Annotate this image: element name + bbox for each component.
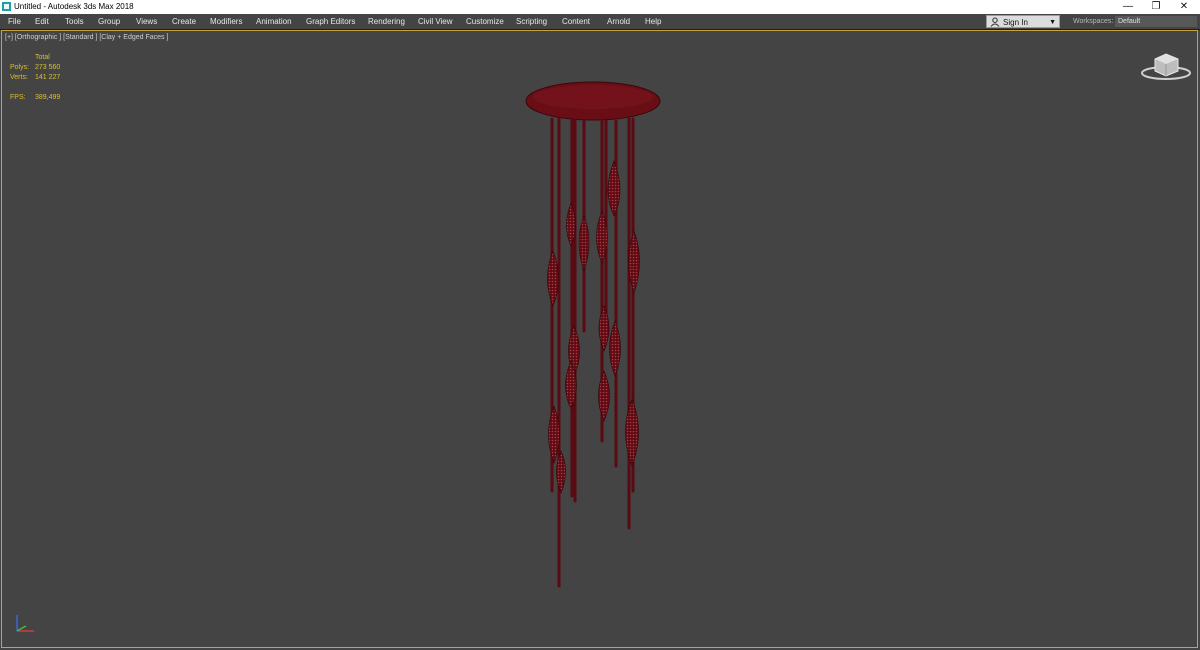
menu-views[interactable]: Views (136, 14, 157, 29)
menu-file[interactable]: File (8, 14, 21, 29)
workspace-value: Default (1118, 18, 1141, 25)
minimize-button[interactable]: — (1114, 0, 1142, 14)
menu-graph-editors[interactable]: Graph Editors (306, 14, 355, 29)
sign-in-label: Sign In (1003, 18, 1028, 27)
viewcube-icon[interactable] (1140, 49, 1192, 83)
title-bar: Untitled - Autodesk 3ds Max 2018 — ❐ ✕ (0, 0, 1200, 14)
menu-civil-view[interactable]: Civil View (418, 14, 453, 29)
chevron-down-icon: ▼ (1049, 19, 1056, 26)
menu-animation[interactable]: Animation (256, 14, 292, 29)
chandelier-model[interactable] (2, 31, 1197, 647)
menu-edit[interactable]: Edit (35, 14, 49, 29)
menu-rendering[interactable]: Rendering (368, 14, 405, 29)
pendant-rods (550, 117, 635, 588)
close-button[interactable]: ✕ (1170, 0, 1198, 14)
restore-button[interactable]: ❐ (1142, 0, 1170, 14)
menu-content[interactable]: Content (562, 14, 590, 29)
workspaces-label: Workspaces: (1073, 18, 1114, 25)
viewport-orthographic[interactable]: [+] [Orthographic ] [Standard ] [Clay + … (1, 30, 1198, 648)
menu-arnold[interactable]: Arnold (607, 14, 630, 29)
3ds-max-icon (2, 2, 11, 11)
menu-tools[interactable]: Tools (65, 14, 84, 29)
axis-tripod-icon (16, 615, 34, 632)
menu-customize[interactable]: Customize (466, 14, 504, 29)
window-title: Untitled - Autodesk 3ds Max 2018 (14, 2, 134, 11)
menu-bar: File Edit Tools Group Views Create Modif… (0, 14, 1200, 30)
glass-pendants (547, 160, 640, 494)
menu-help[interactable]: Help (645, 14, 661, 29)
menu-group[interactable]: Group (98, 14, 120, 29)
workspace-select[interactable]: Default (1115, 16, 1197, 27)
menu-modifiers[interactable]: Modifiers (210, 14, 242, 29)
user-icon (990, 17, 1000, 27)
sign-in-dropdown[interactable]: Sign In ▼ (986, 15, 1060, 28)
menu-scripting[interactable]: Scripting (516, 14, 547, 29)
menu-create[interactable]: Create (172, 14, 196, 29)
